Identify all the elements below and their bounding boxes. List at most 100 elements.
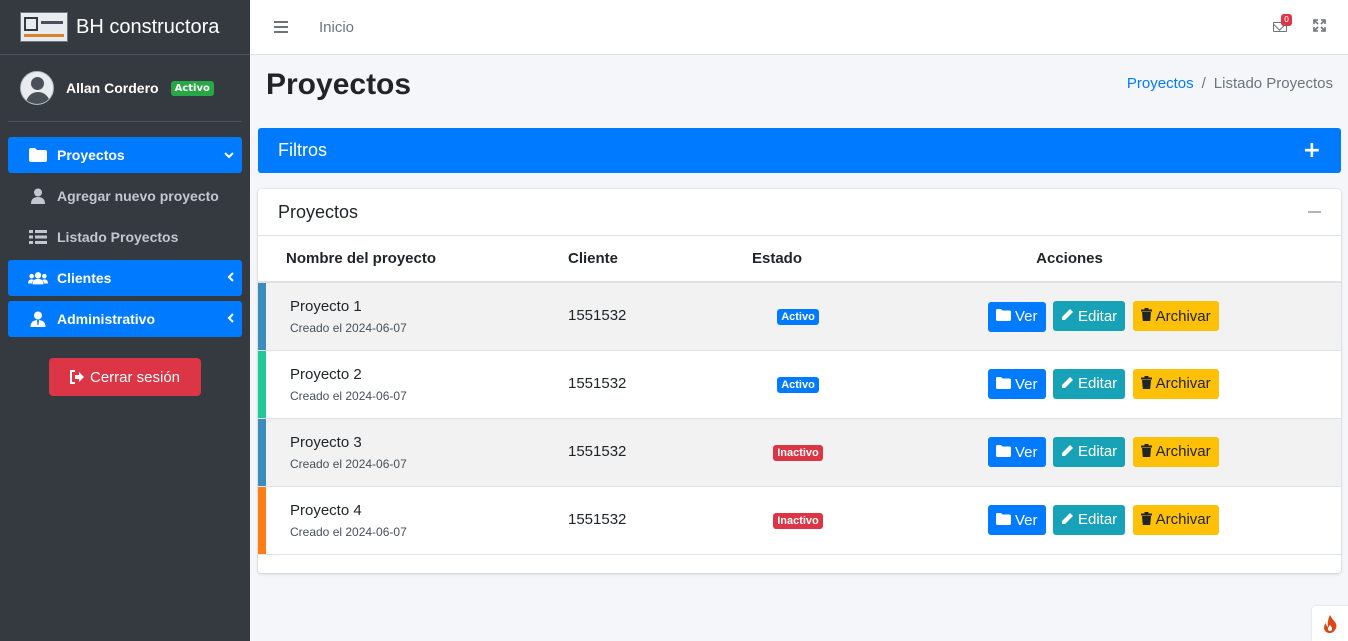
column-header-name: Nombre del proyecto bbox=[266, 236, 568, 283]
status-badge: Inactivo bbox=[773, 445, 823, 461]
nav-home-link[interactable]: Inicio bbox=[319, 19, 354, 36]
page-title: Proyectos bbox=[266, 68, 412, 101]
sidebar-item-proyectos[interactable]: Proyectos bbox=[8, 137, 242, 173]
archive-label: Archivar bbox=[1155, 375, 1211, 393]
sign-out-icon bbox=[69, 370, 85, 384]
card-title: Proyectos bbox=[278, 201, 359, 222]
edit-label: Editar bbox=[1077, 443, 1118, 461]
trash-icon bbox=[1140, 375, 1152, 392]
row-accent bbox=[258, 350, 266, 418]
project-created-date: Creado el 2024-06-07 bbox=[290, 320, 407, 335]
table-row: Proyecto 1 Creado el 2024-06-07 1551532 … bbox=[258, 282, 1341, 350]
plus-icon[interactable]: + bbox=[1303, 138, 1321, 163]
edit-label: Editar bbox=[1077, 511, 1118, 529]
envelope-icon[interactable]: 0 bbox=[1273, 14, 1293, 32]
row-accent bbox=[258, 418, 266, 486]
breadcrumb-current: Listado Proyectos bbox=[1213, 75, 1333, 92]
chevron-left-icon bbox=[227, 312, 234, 326]
sidebar-item-label: Clientes bbox=[57, 270, 112, 286]
user-icon bbox=[28, 188, 48, 204]
row-accent bbox=[258, 282, 266, 350]
sidebar-nav: Proyectos Agregar nuevo proyecto Listado… bbox=[0, 137, 250, 337]
sidebar-item-agregar-proyecto[interactable]: Agregar nuevo proyecto bbox=[8, 178, 242, 214]
column-header-client: Cliente bbox=[568, 236, 738, 283]
table-row: Proyecto 3 Creado el 2024-06-07 1551532 … bbox=[258, 418, 1341, 486]
status-badge: Activo bbox=[777, 309, 819, 326]
folder-icon bbox=[996, 444, 1011, 460]
archive-button[interactable]: Archivar bbox=[1132, 504, 1219, 535]
trash-icon bbox=[1140, 308, 1152, 324]
user-status-badge: Activo bbox=[170, 80, 214, 96]
edit-button[interactable]: Editar bbox=[1052, 504, 1126, 535]
pencil-icon bbox=[1061, 444, 1074, 460]
sidebar-item-label: Listado Proyectos bbox=[57, 229, 179, 245]
edit-button[interactable]: Editar bbox=[1052, 301, 1126, 331]
project-name: Proyecto 1 bbox=[290, 297, 362, 315]
folder-icon bbox=[996, 512, 1011, 528]
notification-badge: 0 bbox=[1281, 14, 1293, 26]
folder-icon bbox=[996, 376, 1011, 392]
breadcrumb-link[interactable]: Proyectos bbox=[1127, 75, 1194, 92]
chevron-left-icon bbox=[227, 271, 234, 285]
edit-label: Editar bbox=[1077, 375, 1118, 393]
project-created-date: Creado el 2024-06-07 bbox=[290, 388, 407, 403]
project-created-date: Creado el 2024-06-07 bbox=[290, 524, 407, 539]
breadcrumb-separator: / bbox=[1201, 75, 1206, 92]
view-label: Ver bbox=[1015, 375, 1038, 393]
top-navbar: Inicio 0 bbox=[250, 0, 1348, 55]
avatar[interactable] bbox=[20, 71, 54, 105]
chevron-down-icon bbox=[224, 148, 234, 162]
fullscreen-icon[interactable] bbox=[1313, 18, 1326, 36]
sidebar-item-listado-proyectos[interactable]: Listado Proyectos bbox=[8, 219, 242, 255]
navbar-right: 0 bbox=[1273, 14, 1326, 36]
minus-icon[interactable] bbox=[1308, 211, 1321, 213]
projects-card-header: Proyectos bbox=[258, 189, 1341, 236]
view-label: Ver bbox=[1015, 511, 1038, 529]
view-button[interactable]: Ver bbox=[988, 369, 1046, 400]
project-name: Proyecto 3 bbox=[290, 433, 362, 451]
archive-label: Archivar bbox=[1155, 443, 1211, 461]
view-button[interactable]: Ver bbox=[988, 505, 1046, 536]
users-icon bbox=[28, 271, 48, 285]
projects-card: Proyectos Nombre del proyecto Cliente Es… bbox=[258, 189, 1341, 573]
fire-icon[interactable] bbox=[1312, 606, 1348, 641]
pencil-icon bbox=[1061, 376, 1074, 392]
brand-link[interactable]: BH constructora bbox=[0, 0, 250, 55]
logout-button[interactable]: Cerrar sesión bbox=[49, 358, 201, 396]
brand-logo bbox=[20, 12, 68, 42]
archive-label: Archivar bbox=[1155, 511, 1211, 529]
view-button[interactable]: Ver bbox=[988, 437, 1046, 468]
sidebar-item-administrativo[interactable]: Administrativo bbox=[8, 301, 242, 337]
project-name: Proyecto 2 bbox=[290, 365, 362, 383]
project-client: 1551532 bbox=[568, 307, 627, 325]
breadcrumb: Proyectos / Listado Proyectos bbox=[1127, 75, 1333, 92]
trash-icon bbox=[1140, 511, 1152, 528]
project-client: 1551532 bbox=[568, 375, 627, 392]
status-badge: Inactivo bbox=[773, 513, 823, 529]
view-button[interactable]: Ver bbox=[988, 301, 1046, 332]
folder-icon bbox=[28, 148, 48, 162]
logout-label: Cerrar sesión bbox=[89, 368, 181, 386]
archive-button[interactable]: Archivar bbox=[1132, 436, 1219, 467]
archive-button[interactable]: Archivar bbox=[1132, 368, 1219, 399]
edit-button[interactable]: Editar bbox=[1052, 368, 1126, 399]
project-name: Proyecto 4 bbox=[290, 501, 362, 519]
menu-toggle-icon[interactable] bbox=[274, 21, 288, 33]
list-icon bbox=[28, 230, 48, 244]
view-label: Ver bbox=[1015, 443, 1038, 461]
filters-card-header[interactable]: Filtros + bbox=[258, 128, 1341, 173]
edit-label: Editar bbox=[1077, 307, 1118, 325]
sidebar-item-clientes[interactable]: Clientes bbox=[8, 260, 242, 296]
archive-button[interactable]: Archivar bbox=[1132, 301, 1219, 331]
column-header-actions: Acciones bbox=[858, 236, 1341, 283]
filters-title: Filtros bbox=[278, 140, 327, 160]
projects-table: Nombre del proyecto Cliente Estado Accio… bbox=[258, 236, 1341, 555]
sidebar-item-label: Agregar nuevo proyecto bbox=[57, 188, 219, 204]
user-panel: Allan Cordero Activo bbox=[8, 55, 242, 122]
sidebar-item-label: Administrativo bbox=[57, 311, 156, 327]
project-client: 1551532 bbox=[568, 511, 627, 528]
user-name[interactable]: Allan Cordero bbox=[66, 80, 159, 96]
edit-button[interactable]: Editar bbox=[1052, 436, 1126, 467]
project-client: 1551532 bbox=[568, 443, 627, 460]
brand-title: BH constructora bbox=[76, 15, 220, 38]
